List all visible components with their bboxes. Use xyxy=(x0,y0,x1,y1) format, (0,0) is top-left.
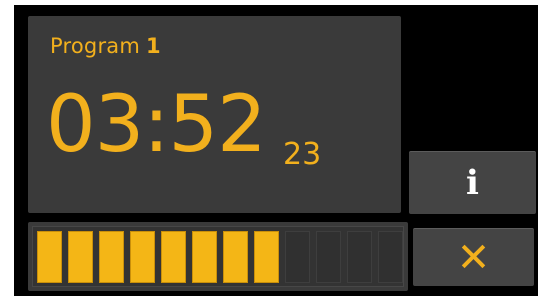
cancel-button[interactable]: ✕ xyxy=(413,228,534,286)
progress-segment xyxy=(254,231,279,283)
progress-segment xyxy=(37,231,62,283)
app-root: Program 1 03:52 23 i ✕ xyxy=(0,0,545,301)
progress-segment xyxy=(316,231,341,283)
timer-main: 03:52 xyxy=(46,80,267,170)
progress-segment xyxy=(378,231,403,283)
progress-segment xyxy=(130,231,155,283)
progress-segment xyxy=(192,231,217,283)
progress-bar xyxy=(28,222,408,291)
progress-segment xyxy=(99,231,124,283)
timer-seconds: 23 xyxy=(283,137,322,172)
program-label: Program xyxy=(50,34,141,58)
info-icon: i xyxy=(466,163,479,203)
program-number: 1 xyxy=(146,34,161,58)
info-button[interactable]: i xyxy=(409,151,536,214)
close-icon: ✕ xyxy=(456,234,491,281)
progress-segment xyxy=(285,231,310,283)
progress-segment xyxy=(68,231,93,283)
progress-segment xyxy=(161,231,186,283)
progress-segment xyxy=(223,231,248,283)
progress-segment xyxy=(347,231,372,283)
program-title: Program 1 xyxy=(50,34,161,58)
progress-track xyxy=(32,226,404,287)
